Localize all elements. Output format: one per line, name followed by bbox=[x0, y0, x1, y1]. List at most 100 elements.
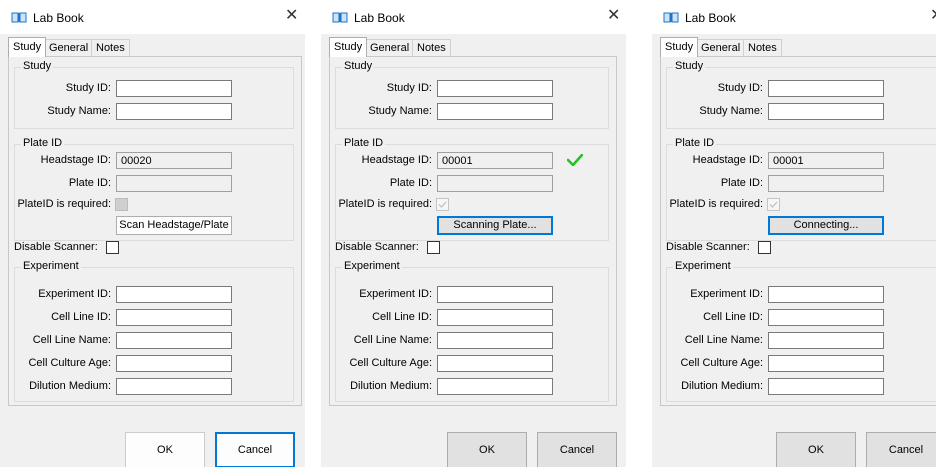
dialog-lab-book-1: Lab Book ✕ Study General Notes Study Stu… bbox=[0, 0, 305, 467]
plate-id-group: Plate ID Headstage ID: 00020 Plate ID: P… bbox=[14, 137, 294, 241]
cell-culture-age-label: Cell Culture Age: bbox=[28, 357, 111, 369]
cancel-button[interactable]: Cancel bbox=[537, 432, 617, 467]
study-name-input[interactable] bbox=[768, 103, 884, 120]
experiment-group: Experiment Experiment ID: Cell Line ID: … bbox=[666, 260, 936, 402]
disable-scanner-label: Disable Scanner: bbox=[14, 241, 98, 253]
study-group-title: Study bbox=[21, 60, 54, 72]
book-icon bbox=[11, 12, 27, 23]
study-id-input[interactable] bbox=[116, 80, 232, 97]
experiment-group-title: Experiment bbox=[673, 260, 733, 272]
plate-id-label: Plate ID: bbox=[720, 177, 763, 189]
tab-notes[interactable]: Notes bbox=[743, 39, 782, 56]
study-tab-panel: Study Study ID: Study Name: Plate ID Hea… bbox=[8, 56, 302, 406]
dialog-lab-book-2: Lab Book ✕ Study General Notes Study Stu… bbox=[321, 0, 626, 467]
close-icon[interactable]: ✕ bbox=[607, 8, 620, 24]
cancel-button[interactable]: Cancel bbox=[866, 432, 936, 467]
experiment-group-title: Experiment bbox=[342, 260, 402, 272]
experiment-id-label: Experiment ID: bbox=[359, 288, 432, 300]
tab-general[interactable]: General bbox=[365, 39, 415, 56]
study-group-title: Study bbox=[342, 60, 375, 72]
headstage-id-label: Headstage ID: bbox=[361, 154, 432, 166]
plate-id-field bbox=[116, 175, 232, 192]
cell-line-id-label: Cell Line ID: bbox=[51, 311, 111, 323]
headstage-id-field: 00020 bbox=[116, 152, 232, 169]
experiment-group-title: Experiment bbox=[21, 260, 81, 272]
tab-general[interactable]: General bbox=[44, 39, 94, 56]
cell-line-name-input[interactable] bbox=[116, 332, 232, 349]
study-name-input[interactable] bbox=[437, 103, 553, 120]
cell-line-id-label: Cell Line ID: bbox=[703, 311, 763, 323]
book-icon bbox=[332, 12, 348, 23]
plate-id-group-title: Plate ID bbox=[673, 137, 717, 149]
headstage-id-field: 00001 bbox=[768, 152, 884, 169]
cancel-button[interactable]: Cancel bbox=[215, 432, 295, 467]
study-group-title: Study bbox=[673, 60, 706, 72]
tab-notes[interactable]: Notes bbox=[91, 39, 130, 56]
cell-line-name-input[interactable] bbox=[768, 332, 884, 349]
study-group: Study Study ID: Study Name: bbox=[666, 60, 936, 129]
cell-culture-age-input[interactable] bbox=[768, 355, 884, 372]
study-id-input[interactable] bbox=[768, 80, 884, 97]
study-name-label: Study Name: bbox=[699, 105, 763, 117]
study-name-label: Study Name: bbox=[47, 105, 111, 117]
study-id-label: Study ID: bbox=[65, 82, 111, 94]
dialog-lab-book-3: Lab Book ✕ Study General Notes Study Stu… bbox=[652, 0, 936, 467]
study-tab-panel: Study Study ID: Study Name: Plate ID Hea… bbox=[660, 56, 936, 406]
plate-id-field bbox=[437, 175, 553, 192]
ok-button[interactable]: OK bbox=[125, 432, 205, 467]
scan-headstage-plate-button[interactable]: Scan Headstage/Plate bbox=[116, 216, 232, 235]
study-tab-panel: Study Study ID: Study Name: Plate ID Hea… bbox=[329, 56, 617, 406]
plate-required-checkbox bbox=[767, 198, 780, 211]
ok-button[interactable]: OK bbox=[776, 432, 856, 467]
cell-line-id-input[interactable] bbox=[437, 309, 553, 326]
plate-id-group: Plate ID Headstage ID: 00001 Plate ID: P… bbox=[335, 137, 609, 241]
dilution-medium-input[interactable] bbox=[437, 378, 553, 395]
cell-culture-age-input[interactable] bbox=[437, 355, 553, 372]
tab-study[interactable]: Study bbox=[8, 37, 47, 57]
close-icon[interactable]: ✕ bbox=[930, 8, 936, 24]
plate-id-field bbox=[768, 175, 884, 192]
headstage-id-field: 00001 bbox=[437, 152, 553, 169]
ok-button[interactable]: OK bbox=[447, 432, 527, 467]
experiment-id-label: Experiment ID: bbox=[690, 288, 763, 300]
title-bar: Lab Book ✕ bbox=[652, 0, 936, 34]
study-name-input[interactable] bbox=[116, 103, 232, 120]
dilution-medium-input[interactable] bbox=[116, 378, 232, 395]
experiment-group: Experiment Experiment ID: Cell Line ID: … bbox=[14, 260, 294, 402]
experiment-id-label: Experiment ID: bbox=[38, 288, 111, 300]
disable-scanner-checkbox[interactable] bbox=[106, 241, 119, 254]
cell-line-name-label: Cell Line Name: bbox=[32, 334, 111, 346]
window-title: Lab Book bbox=[685, 11, 736, 25]
cell-line-id-input[interactable] bbox=[116, 309, 232, 326]
tab-general[interactable]: General bbox=[696, 39, 746, 56]
tab-study[interactable]: Study bbox=[660, 37, 699, 57]
close-icon[interactable]: ✕ bbox=[285, 8, 298, 24]
checkbox-check-icon bbox=[769, 201, 778, 208]
disable-scanner-checkbox[interactable] bbox=[427, 241, 440, 254]
study-group: Study Study ID: Study Name: bbox=[335, 60, 609, 129]
checkbox-check-icon bbox=[438, 201, 447, 208]
dilution-medium-input[interactable] bbox=[768, 378, 884, 395]
connecting-button[interactable]: Connecting... bbox=[768, 216, 884, 235]
plate-required-checkbox bbox=[115, 198, 128, 211]
scanning-plate-button[interactable]: Scanning Plate... bbox=[437, 216, 553, 235]
experiment-id-input[interactable] bbox=[437, 286, 553, 303]
study-name-label: Study Name: bbox=[368, 105, 432, 117]
experiment-id-input[interactable] bbox=[116, 286, 232, 303]
plate-id-label: Plate ID: bbox=[68, 177, 111, 189]
tab-notes[interactable]: Notes bbox=[412, 39, 451, 56]
title-bar: Lab Book ✕ bbox=[321, 0, 626, 34]
plate-required-checkbox bbox=[436, 198, 449, 211]
tab-study[interactable]: Study bbox=[329, 37, 368, 57]
window-title: Lab Book bbox=[33, 11, 84, 25]
checkmark-icon bbox=[567, 154, 583, 166]
plate-id-group-title: Plate ID bbox=[21, 137, 65, 149]
study-id-input[interactable] bbox=[437, 80, 553, 97]
cell-line-name-input[interactable] bbox=[437, 332, 553, 349]
plate-required-label: PlateID is required: bbox=[338, 198, 432, 210]
cell-culture-age-input[interactable] bbox=[116, 355, 232, 372]
cell-culture-age-label: Cell Culture Age: bbox=[349, 357, 432, 369]
disable-scanner-checkbox[interactable] bbox=[758, 241, 771, 254]
cell-line-id-input[interactable] bbox=[768, 309, 884, 326]
experiment-id-input[interactable] bbox=[768, 286, 884, 303]
